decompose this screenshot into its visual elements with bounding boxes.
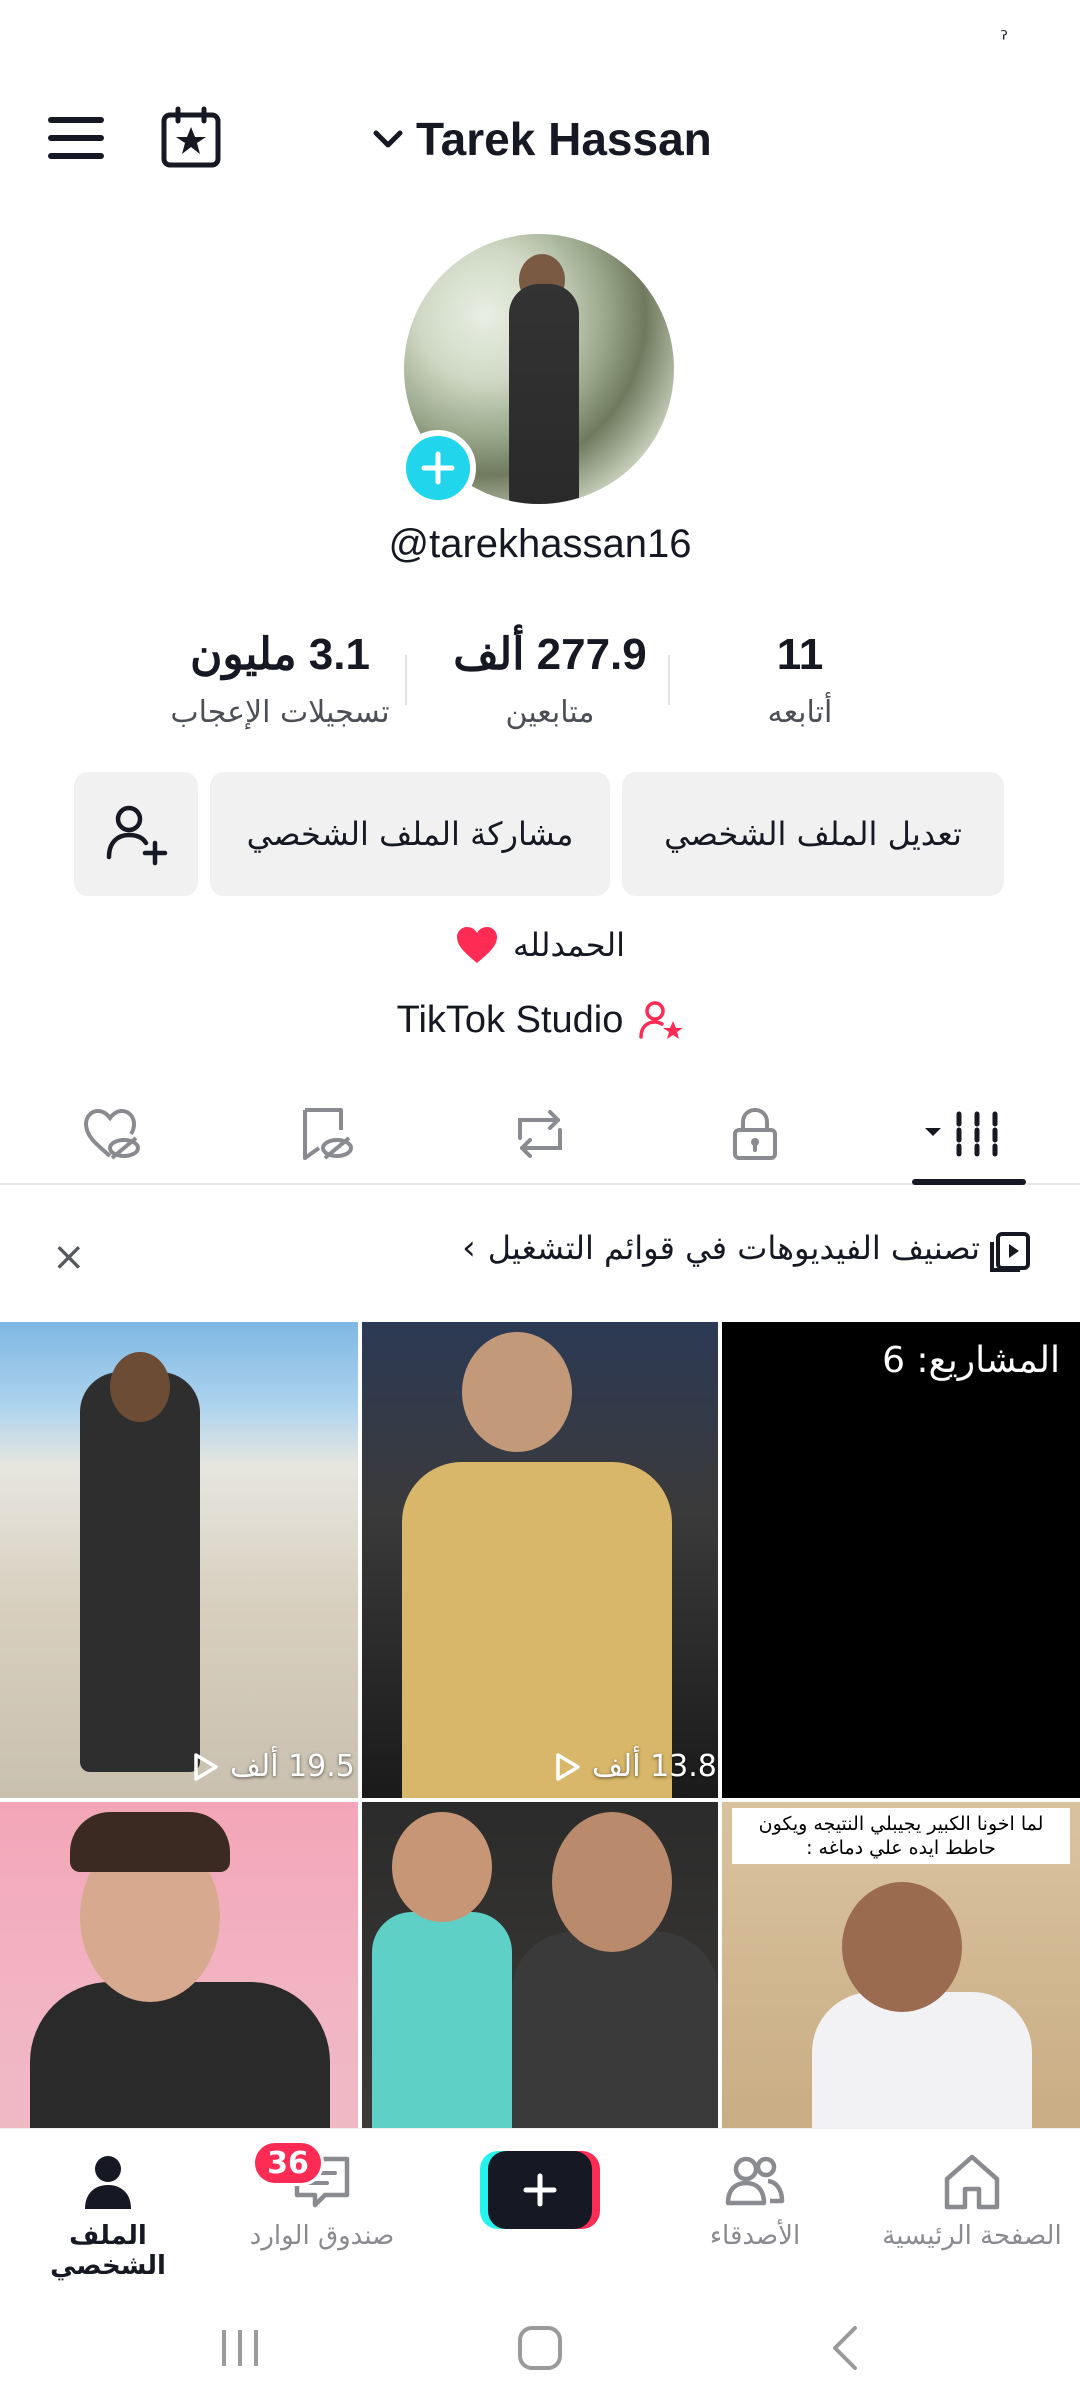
stat-likes[interactable]: 3.1 مليون تسجيلات الإعجاب (140, 625, 420, 730)
bio-text: الحمدلله (512, 926, 626, 964)
grid-dropdown-icon (925, 1111, 998, 1157)
profile-handle: @tarekhassan16 (388, 522, 692, 566)
nav-label: الملف الشخصي (50, 2221, 166, 2281)
video-caption: لما اخونا الكبير يجيبلي النتيجه ويكون حا… (732, 1808, 1070, 1864)
add-avatar-button[interactable] (400, 430, 476, 506)
back-icon[interactable] (815, 2318, 875, 2378)
bookmark-eye-off-icon (303, 1108, 353, 1160)
studio-label: TikTok Studio (396, 998, 624, 1041)
edit-profile-button[interactable]: تعديل الملف الشخصي (622, 772, 1004, 896)
stat-value: 3.1 مليون (190, 630, 370, 679)
tab-private[interactable] (715, 1094, 795, 1174)
stat-followers[interactable]: 277.9 ألف متابعين (430, 625, 670, 730)
calendar-star-icon[interactable] (158, 105, 224, 171)
nav-profile[interactable]: الملف الشخصي (8, 2149, 208, 2281)
add-user-icon (106, 805, 168, 866)
system-nav (0, 2288, 1080, 2408)
home-button-icon[interactable] (510, 2318, 570, 2378)
nav-home[interactable]: الصفحة الرئيسية (872, 2149, 1072, 2251)
create-button[interactable] (480, 2151, 600, 2229)
stat-label: أتابعه (767, 695, 833, 730)
profile-icon (85, 2156, 131, 2209)
profile-bio: الحمدلله (0, 915, 1080, 975)
video-thumbnail[interactable]: لما اخونا الكبير يجيبلي النتيجه ويكون حا… (722, 1802, 1080, 2128)
play-icon (556, 1752, 580, 1781)
divider (668, 655, 670, 705)
stat-following[interactable]: 11 أتابعه (720, 625, 880, 730)
view-count: 13.8 ألف (552, 1749, 717, 1784)
account-switcher[interactable]: Tarek Hassan (370, 109, 712, 169)
add-friend-button[interactable] (74, 772, 198, 896)
menu-icon[interactable] (48, 117, 104, 163)
projects-count: المشاريع: 6 (882, 1340, 1060, 1381)
video-thumbnail[interactable]: 13.8 ألف (362, 1322, 718, 1798)
share-profile-button[interactable]: مشاركة الملف الشخصي (210, 772, 610, 896)
nav-label: الأصدقاء (709, 2221, 801, 2251)
stat-value: 277.9 ألف (453, 630, 647, 679)
video-thumbnail[interactable] (0, 1802, 358, 2128)
projects-folder[interactable]: المشاريع: 6 (722, 1322, 1080, 1798)
chevron-down-icon (373, 130, 403, 148)
view-count: 19.5 ألف (190, 1749, 355, 1784)
close-banner-button[interactable]: × (52, 1234, 86, 1280)
nav-label: صندوق الوارد (249, 2221, 395, 2251)
nav-label: الصفحة الرئيسية (882, 2221, 1062, 2251)
playlist-icon (990, 1232, 1030, 1272)
divider (405, 655, 407, 705)
status-indicator: ˀ (1000, 28, 1009, 53)
tab-favorites[interactable] (283, 1094, 363, 1174)
recents-icon[interactable] (210, 2318, 270, 2378)
nav-friends[interactable]: الأصدقاء (655, 2149, 855, 2251)
banner-link[interactable]: ‹ تصنيف الفيديوهات في قوائم التشغيل (462, 1228, 980, 1268)
friends-icon (725, 2156, 785, 2206)
video-grid: 19.5 ألف 13.8 ألف المشاريع: 6 لما اخونا … (0, 1322, 1080, 2128)
content-tabs (0, 1080, 1080, 1185)
stat-label: تسجيلات الإعجاب (170, 695, 390, 730)
profile-stats: 3.1 مليون تسجيلات الإعجاب 277.9 ألف متاب… (0, 625, 1080, 745)
home-icon (944, 2154, 1000, 2210)
inbox-badge: 36 (252, 2140, 324, 2186)
video-thumbnail[interactable] (362, 1802, 718, 2128)
profile-header: Tarek Hassan (0, 95, 1080, 185)
play-icon (194, 1752, 218, 1781)
stat-value: 11 (776, 630, 824, 679)
heart-icon (456, 927, 497, 963)
stat-label: متابعين (505, 695, 595, 730)
username-title: Tarek Hassan (416, 113, 712, 165)
chevron-left-icon: ‹ (462, 1228, 476, 1268)
banner-text: تصنيف الفيديوهات في قوائم التشغيل (487, 1229, 980, 1267)
lock-icon (733, 1107, 777, 1160)
tab-liked[interactable] (70, 1094, 150, 1174)
bottom-nav: الملف الشخصي صندوق الوارد الأصدقاء الصفح… (0, 2128, 1080, 2288)
tab-videos[interactable] (912, 1094, 1026, 1174)
repost-icon (518, 1110, 562, 1158)
plus-icon (421, 451, 455, 485)
video-thumbnail[interactable]: 19.5 ألف (0, 1322, 358, 1798)
heart-eye-off-icon (83, 1108, 140, 1160)
tab-reposts[interactable] (500, 1094, 580, 1174)
plus-icon (523, 2173, 557, 2207)
tiktok-studio-link[interactable]: TikTok Studio (0, 990, 1080, 1050)
creator-star-icon (639, 1001, 684, 1039)
playlist-banner[interactable]: × ‹ تصنيف الفيديوهات في قوائم التشغيل (0, 1200, 1080, 1310)
active-tab-indicator (912, 1179, 1026, 1185)
